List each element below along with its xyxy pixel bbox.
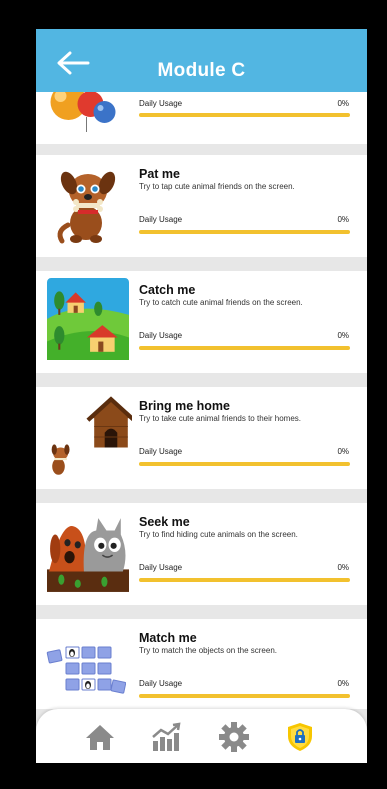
module-name: Match me [139,631,197,645]
usage-value: 0% [337,215,349,224]
usage-value: 0% [337,447,349,456]
usage-label: Daily Usage [139,447,183,456]
usage-value: 0% [337,331,349,340]
bottom-nav [36,709,367,763]
module-card-bring-me-home[interactable]: Bring me home Try to take cute animal fr… [36,387,367,489]
module-description: Try to find hiding cute animals on the s… [139,530,298,539]
module-name: Bring me home [139,399,230,413]
farm-landscape-icon [47,278,129,360]
module-description: Try to take cute animal friends to their… [139,414,301,423]
hiding-animals-icon [47,518,129,592]
usage-label: Daily Usage [139,99,183,108]
module-description: Try to catch cute animal friends on the … [139,298,303,307]
module-description: Try to match the objects on the screen. [139,646,277,655]
module-name: Pat me [139,167,180,181]
header: Module C [36,29,367,92]
usage-progress-bar [139,694,350,698]
stats-icon[interactable] [150,721,182,753]
home-icon[interactable] [84,721,116,753]
module-card-pat-me[interactable]: Pat me Try to tap cute animal friends on… [36,155,367,257]
usage-label: Daily Usage [139,215,183,224]
balloons-icon [50,92,116,132]
usage-progress-bar [139,578,350,582]
module-card-match-me[interactable]: Match me Try to match the objects on the… [36,619,367,709]
module-list[interactable]: Daily Usage 0% Pat me Try to tap cute an… [36,92,367,709]
usage-label: Daily Usage [139,331,183,340]
usage-label: Daily Usage [139,563,183,572]
usage-progress-bar [139,462,350,466]
page-title: Module C [157,60,246,81]
module-name: Catch me [139,283,196,297]
usage-progress-bar [139,346,350,350]
usage-progress-bar [139,113,350,117]
matching-cards-icon [46,646,126,694]
dog-icon [57,171,116,244]
app-screen: Module C Daily Usage 0% Pat me Try to ta… [36,29,367,763]
dog-house-icon [51,396,132,475]
usage-value: 0% [337,563,349,572]
module-card-seek-me[interactable]: Seek me Try to find hiding cute animals … [36,503,367,605]
usage-progress-bar [139,230,350,234]
module-card-catch-me[interactable]: Catch me Try to catch cute animal friend… [36,271,367,373]
module-description: Try to tap cute animal friends on the sc… [139,182,295,191]
shield-lock-icon[interactable] [284,721,316,753]
module-card-balloons[interactable]: Daily Usage 0% [36,92,367,144]
usage-value: 0% [337,99,349,108]
module-name: Seek me [139,515,190,529]
gear-icon[interactable] [218,721,250,753]
usage-value: 0% [337,679,349,688]
usage-label: Daily Usage [139,679,183,688]
